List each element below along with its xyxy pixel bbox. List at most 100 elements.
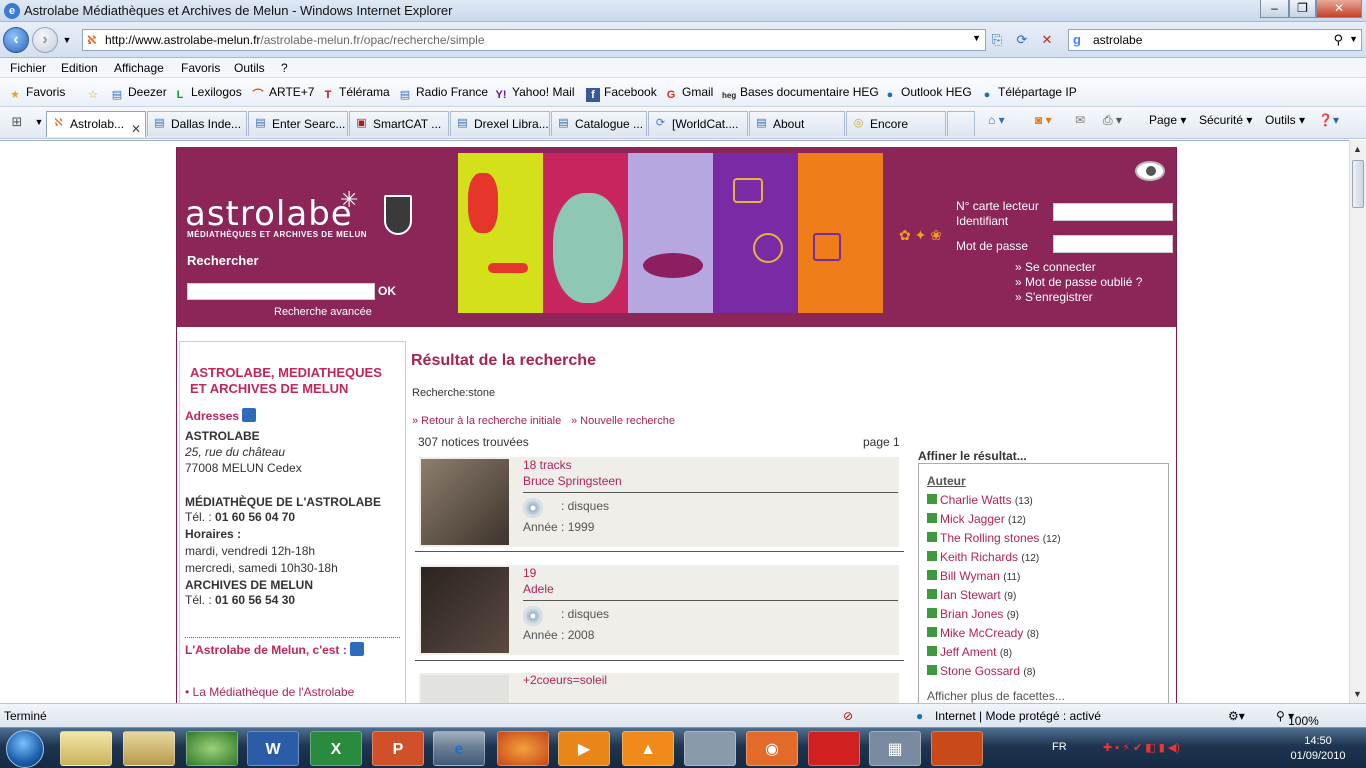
start-button[interactable] bbox=[6, 730, 44, 768]
history-dropdown-icon[interactable]: ▼ bbox=[58, 31, 76, 49]
fav-arte[interactable]: ⌒ ARTE+7 bbox=[251, 85, 315, 102]
facet-item[interactable]: Stone Gossard (8) bbox=[927, 664, 1036, 678]
facet-item[interactable]: Ian Stewart (9) bbox=[927, 588, 1016, 602]
site-logo[interactable]: astrolabe bbox=[185, 194, 353, 234]
page-menu[interactable]: Page ▾ bbox=[1149, 113, 1186, 127]
taskbar-powerpoint-icon[interactable]: P bbox=[372, 731, 424, 766]
security-menu[interactable]: Sécurité ▾ bbox=[1199, 113, 1252, 127]
taskbar-eye-icon[interactable]: ◉ bbox=[746, 731, 798, 766]
taskbar-globe-icon[interactable] bbox=[186, 731, 238, 766]
facet-item[interactable]: Brian Jones (9) bbox=[927, 607, 1019, 621]
more-facets-link[interactable]: Afficher plus de facettes... bbox=[927, 689, 1065, 703]
result-author[interactable]: Adele bbox=[523, 582, 554, 596]
facet-item[interactable]: Keith Richards (12) bbox=[927, 550, 1039, 564]
close-tab-icon[interactable]: ✕ bbox=[131, 122, 141, 136]
home-icon[interactable]: ⌂ ▾ bbox=[988, 113, 1005, 127]
menu-affichage[interactable]: Affichage bbox=[114, 61, 164, 75]
speaker-icon[interactable] bbox=[242, 408, 257, 422]
taskbar-media-icon[interactable]: ▶ bbox=[558, 731, 610, 766]
search-dropdown-icon[interactable]: ▼ bbox=[1349, 34, 1358, 44]
tab-drexel[interactable]: ▤ Drexel Libra... bbox=[450, 111, 550, 136]
result-author[interactable]: Bruce Springsteen bbox=[523, 474, 622, 488]
tab-enter-search[interactable]: ▤ Enter Searc... bbox=[248, 111, 348, 136]
album-cover[interactable] bbox=[421, 459, 509, 545]
compat-view-icon[interactable]: ⎘ bbox=[988, 31, 1006, 49]
taskbar-firefox-icon[interactable] bbox=[497, 731, 549, 766]
accessibility-eye-icon[interactable] bbox=[1135, 161, 1165, 181]
tab-astrolabe[interactable]: ℵ Astrolab... ✕ bbox=[46, 111, 146, 137]
fav-gmail[interactable]: G Gmail bbox=[664, 85, 714, 102]
taskbar-excel-icon[interactable]: X bbox=[310, 731, 362, 766]
back-button[interactable]: ‹ bbox=[3, 27, 29, 53]
vertical-scrollbar[interactable]: ▲ ▼ bbox=[1349, 140, 1366, 703]
result-title[interactable]: 19 bbox=[523, 566, 536, 580]
minimize-button[interactable]: – bbox=[1260, 0, 1289, 18]
new-tab-button[interactable] bbox=[947, 111, 975, 136]
site-search-input[interactable] bbox=[187, 283, 375, 300]
tab-dallas[interactable]: ▤ Dallas Inde... bbox=[147, 111, 247, 136]
protected-mode-icon[interactable]: ⚙▾ bbox=[1228, 709, 1245, 723]
taskbar-tool-icon[interactable] bbox=[684, 731, 736, 766]
menu-favoris[interactable]: Favoris bbox=[181, 61, 220, 75]
forgot-password-link[interactable]: » Mot de passe oublié ? bbox=[1015, 275, 1142, 289]
mediatheque-link[interactable]: • La Médiathèque de l'Astrolabe bbox=[185, 685, 354, 699]
url-dropdown-icon[interactable]: ▼ bbox=[972, 33, 981, 43]
taskbar-calculator-icon[interactable]: ▦ bbox=[869, 731, 921, 766]
fav-telepartage[interactable]: ● Télépartage IP bbox=[980, 85, 1077, 102]
tools-menu[interactable]: Outils ▾ bbox=[1265, 113, 1305, 127]
taskbar-vlc-icon[interactable]: ▲ bbox=[622, 731, 674, 766]
search-input[interactable]: g astrolabe ⚲ ▼ bbox=[1068, 29, 1362, 51]
search-icon[interactable]: ⚲ bbox=[1333, 32, 1343, 48]
url-input[interactable]: ℵ http://www.astrolabe-melun.fr/astrolab… bbox=[82, 29, 986, 51]
facet-item[interactable]: Bill Wyman (11) bbox=[927, 569, 1020, 583]
fav-radiofrance[interactable]: ▤ Radio France bbox=[398, 85, 488, 102]
fav-telerama[interactable]: T Télérama bbox=[321, 85, 390, 102]
new-search-link[interactable]: » Nouvelle recherche bbox=[571, 415, 675, 427]
maximize-button[interactable]: ❐ bbox=[1289, 0, 1316, 18]
fav-facebook[interactable]: f Facebook bbox=[586, 85, 657, 102]
menu-outils[interactable]: Outils bbox=[234, 61, 265, 75]
help-icon[interactable]: ❓▾ bbox=[1318, 113, 1339, 127]
tab-about[interactable]: ▤ About bbox=[749, 111, 845, 136]
facet-item[interactable]: Mike McCready (8) bbox=[927, 626, 1039, 640]
result-title[interactable]: 18 tracks bbox=[523, 458, 572, 472]
tab-worldcat[interactable]: ⟳ [WorldCat.... bbox=[648, 111, 748, 136]
search-ok-button[interactable]: OK bbox=[378, 284, 396, 298]
scroll-thumb[interactable] bbox=[1352, 160, 1364, 208]
mail-icon[interactable]: ✉ bbox=[1075, 113, 1085, 127]
back-to-search-link[interactable]: » Retour à la recherche initiale bbox=[412, 415, 561, 427]
print-icon[interactable]: ⎙ ▾ bbox=[1103, 113, 1122, 128]
taskbar-word-icon[interactable]: W bbox=[247, 731, 299, 766]
stop-icon[interactable]: ✕ bbox=[1038, 31, 1056, 49]
language-indicator[interactable]: FR bbox=[1052, 741, 1067, 753]
fav-lexilogos[interactable]: L Lexilogos bbox=[173, 85, 242, 102]
fav-yahoo[interactable]: Y! Yahoo! Mail bbox=[494, 85, 575, 102]
favorites-button[interactable]: ★ Favoris bbox=[8, 85, 65, 102]
album-cover[interactable] bbox=[421, 675, 509, 703]
advanced-search-link[interactable]: Recherche avancée bbox=[274, 306, 372, 318]
fav-deezer[interactable]: ▤ Deezer bbox=[110, 85, 167, 102]
taskbar-sticky-icon[interactable] bbox=[60, 731, 112, 766]
feeds-icon[interactable]: ◙ ▾ bbox=[1035, 113, 1052, 127]
fav-heg[interactable]: heg Bases documentaire HEG bbox=[722, 85, 879, 103]
facet-item[interactable]: The Rolling stones (12) bbox=[927, 531, 1061, 545]
password-input[interactable] bbox=[1053, 235, 1173, 253]
taskbar-explorer-icon[interactable] bbox=[123, 731, 175, 766]
popup-blocker-icon[interactable]: ⊘ bbox=[843, 709, 853, 723]
security-zone[interactable]: Internet | Mode protégé : activé bbox=[935, 709, 1101, 723]
refresh-icon[interactable]: ⟳ bbox=[1013, 31, 1031, 49]
taskbar-ie-icon[interactable]: e bbox=[433, 731, 485, 766]
menu-fichier[interactable]: Fichier bbox=[10, 61, 46, 75]
facet-item[interactable]: Charlie Watts (13) bbox=[927, 493, 1033, 507]
tab-smartcat[interactable]: ▣ SmartCAT ... bbox=[349, 111, 449, 136]
quick-tabs-icon[interactable]: ⊞ bbox=[8, 113, 26, 131]
facet-item[interactable]: Jeff Ament (8) bbox=[927, 645, 1012, 659]
menu-help[interactable]: ? bbox=[281, 61, 288, 75]
connect-link[interactable]: » Se connecter bbox=[1015, 260, 1096, 274]
card-number-input[interactable] bbox=[1053, 203, 1173, 221]
scroll-down-icon[interactable]: ▼ bbox=[1353, 689, 1362, 699]
speaker-icon[interactable] bbox=[349, 642, 364, 656]
zoom-level[interactable]: ⚲ 100% ▾ bbox=[1276, 709, 1319, 728]
close-window-button[interactable]: ✕ bbox=[1316, 0, 1362, 18]
fav-outlook[interactable]: ● Outlook HEG bbox=[883, 85, 972, 102]
